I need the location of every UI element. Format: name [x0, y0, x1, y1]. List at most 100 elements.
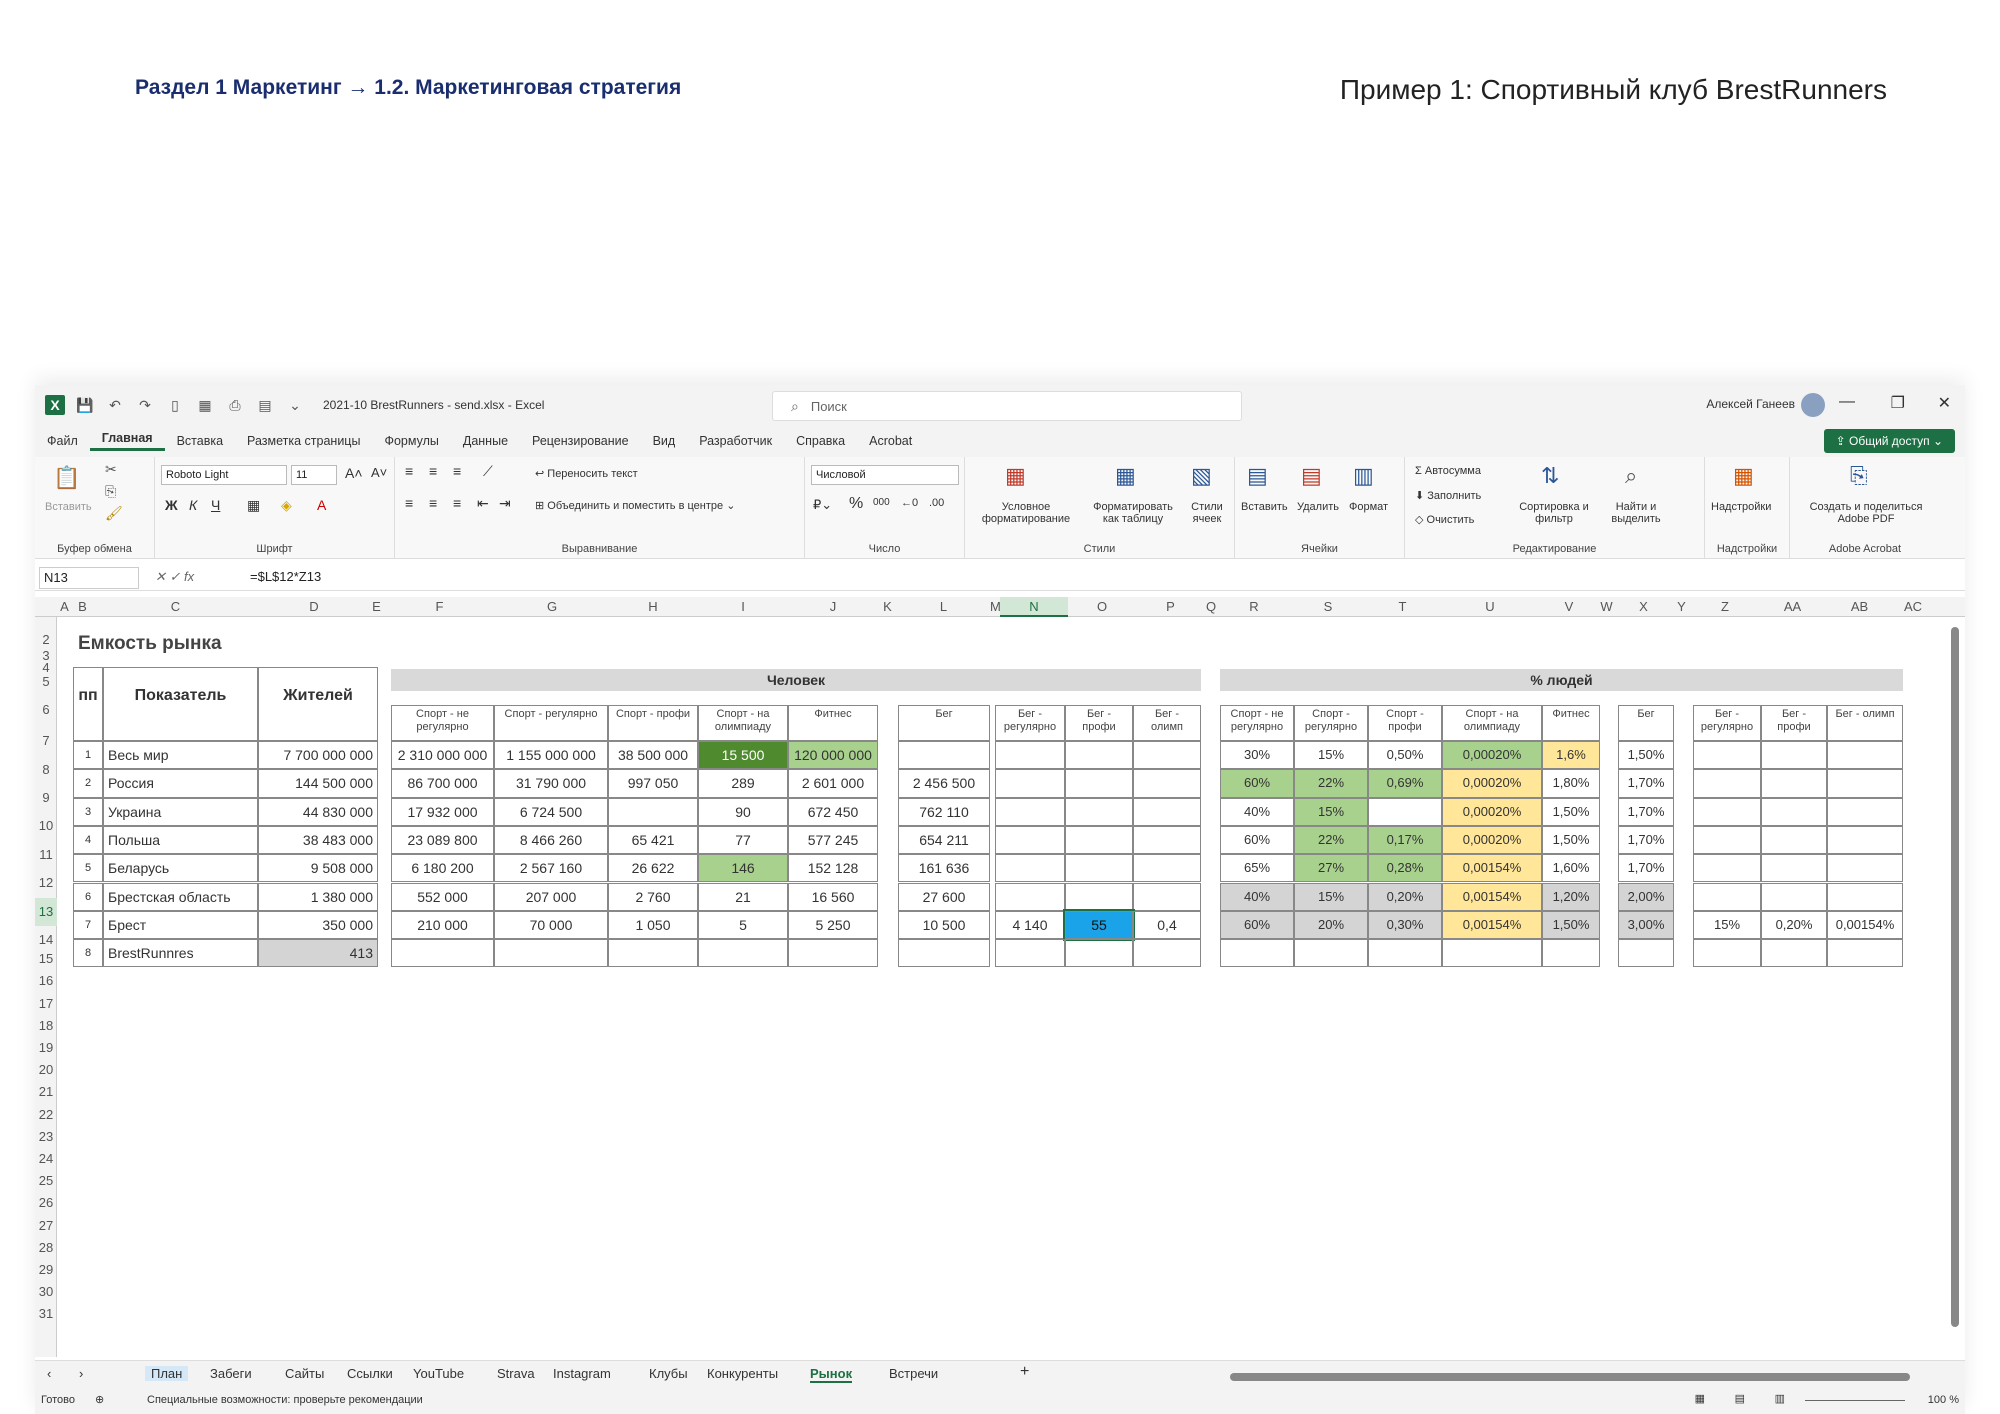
cell-r3-c20[interactable] [1827, 825, 1903, 855]
subheader-10[interactable]: Спорт - регулярно [1294, 705, 1368, 741]
cell-r3-c15[interactable]: 0,00020% [1442, 825, 1542, 855]
format-button[interactable]: Формат [1349, 501, 1388, 513]
header-nn[interactable]: пп [73, 667, 103, 741]
column-header-F[interactable]: F [383, 597, 496, 617]
cell-r0-c12[interactable]: 30% [1220, 741, 1294, 770]
sheet-tab-2[interactable]: Сайты [285, 1366, 324, 1381]
cell-r3-c7[interactable]: 577 245 [788, 825, 878, 855]
cell-r7-c9[interactable] [995, 939, 1065, 968]
cell-r6-c14[interactable]: 0,30% [1368, 910, 1442, 940]
sheet-tab-10[interactable]: Встречи [889, 1366, 938, 1381]
formula-input[interactable]: =$L$12*Z13 [250, 569, 321, 584]
cell-r5-c14[interactable]: 0,20% [1368, 882, 1442, 911]
column-header-M[interactable]: M [990, 597, 1001, 617]
cell-r2-c6[interactable]: 90 [698, 797, 788, 826]
menu-item-3[interactable]: Разметка страницы [235, 434, 372, 448]
cell-r1-c17[interactable]: 1,70% [1618, 769, 1674, 798]
cell-r0-c20[interactable] [1827, 741, 1903, 770]
cell-r4-c20[interactable] [1827, 854, 1903, 883]
row-header-16[interactable]: 16 [35, 970, 57, 992]
horizontal-scrollbar[interactable] [1230, 1373, 1910, 1381]
insert-cells-icon[interactable]: ▤ [1247, 463, 1268, 489]
cell-residents-1[interactable]: 144 500 000 [258, 769, 378, 798]
cell-residents-7[interactable]: 413 [258, 939, 378, 968]
cell-r6-c4[interactable]: 70 000 [494, 910, 608, 940]
delete-button[interactable]: Удалить [1297, 501, 1339, 513]
thousands-icon[interactable]: 000 [873, 497, 890, 508]
cell-residents-5[interactable]: 1 380 000 [258, 882, 378, 911]
column-header-C[interactable]: C [93, 597, 258, 617]
cell-r1-c10[interactable] [1065, 769, 1133, 798]
align-middle-icon[interactable]: ≡ [429, 463, 437, 479]
row-header-30[interactable]: 30 [35, 1281, 57, 1303]
cell-r1-c4[interactable]: 31 790 000 [494, 769, 608, 798]
subheader-7[interactable]: Бег - профи [1065, 705, 1133, 741]
subheader-16[interactable]: Бег - профи [1761, 705, 1827, 741]
cell-r2-c11[interactable] [1133, 797, 1201, 826]
cell-nn-1[interactable]: 2 [73, 769, 103, 798]
cell-r6-c6[interactable]: 5 [698, 910, 788, 940]
cell-r1-c11[interactable] [1133, 769, 1201, 798]
subheader-15[interactable]: Бег - регулярно [1693, 705, 1761, 741]
row-header-10[interactable]: 10 [35, 812, 57, 840]
cell-r3-c16[interactable]: 1,50% [1542, 825, 1600, 855]
menu-item-1[interactable]: Главная [89, 431, 165, 451]
subheader-6[interactable]: Бег - регулярно [995, 705, 1065, 741]
subheader-5[interactable]: Бег [898, 705, 990, 741]
scroll-left-icon[interactable]: ‹ [47, 1366, 51, 1381]
restore-icon[interactable]: ❐ [1891, 393, 1905, 413]
align-top-icon[interactable]: ≡ [405, 463, 413, 479]
cell-r4-c14[interactable]: 0,28% [1368, 854, 1442, 883]
cell-r3-c17[interactable]: 1,70% [1618, 825, 1674, 855]
cell-r5-c5[interactable]: 2 760 [608, 882, 698, 911]
cell-nn-3[interactable]: 4 [73, 825, 103, 855]
cell-r1-c9[interactable] [995, 769, 1065, 798]
column-header-E[interactable]: E [370, 597, 383, 617]
cell-r5-c16[interactable]: 1,20% [1542, 882, 1600, 911]
sheet-tab-4[interactable]: YouTube [413, 1366, 464, 1381]
sheet-tab-1[interactable]: Забеги [210, 1366, 252, 1381]
cell-styles-icon[interactable]: ▧ [1191, 463, 1212, 489]
cell-r1-c7[interactable]: 2 601 000 [788, 769, 878, 798]
cell-r6-c20[interactable]: 0,00154% [1827, 910, 1903, 940]
format-table-icon[interactable]: ▦ [1115, 463, 1136, 489]
cell-r6-c9[interactable]: 4 140 [995, 910, 1065, 940]
column-header-Y[interactable]: Y [1672, 597, 1691, 617]
row-header-17[interactable]: 17 [35, 993, 57, 1015]
row-header-19[interactable]: 19 [35, 1037, 57, 1059]
currency-icon[interactable]: ₽⌄ [813, 497, 832, 513]
cell-r6-c8[interactable]: 10 500 [898, 910, 990, 940]
cell-r1-c13[interactable]: 22% [1294, 769, 1368, 798]
subheader-4[interactable]: Фитнес [788, 705, 878, 741]
increase-indent-icon[interactable]: ⇥ [499, 495, 511, 512]
cell-r5-c15[interactable]: 0,00154% [1442, 882, 1542, 911]
cell-r0-c3[interactable]: 2 310 000 000 [391, 741, 494, 770]
format-cells-icon[interactable]: ▥ [1353, 463, 1374, 489]
cell-indicator-0[interactable]: Весь мир [103, 741, 258, 770]
name-box[interactable]: N13 [39, 567, 139, 589]
cell-r7-c5[interactable] [608, 939, 698, 968]
cell-r4-c18[interactable] [1693, 854, 1761, 883]
cell-r3-c8[interactable]: 654 211 [898, 825, 990, 855]
cell-r6-c16[interactable]: 1,50% [1542, 910, 1600, 940]
cell-r2-c16[interactable]: 1,50% [1542, 797, 1600, 826]
cell-indicator-2[interactable]: Украина [103, 797, 258, 826]
cell-indicator-3[interactable]: Польша [103, 825, 258, 855]
cell-r2-c13[interactable]: 15% [1294, 797, 1368, 826]
cell-r0-c19[interactable] [1761, 741, 1827, 770]
subheader-3[interactable]: Спорт - на олимпиаду [698, 705, 788, 741]
cell-r4-c10[interactable] [1065, 854, 1133, 883]
sheet-icon[interactable]: ▤ [255, 395, 275, 415]
row-header-24[interactable]: 24 [35, 1148, 57, 1170]
accessibility-status[interactable]: Специальные возможности: проверьте реком… [147, 1394, 423, 1406]
cell-r3-c3[interactable]: 23 089 800 [391, 825, 494, 855]
cell-r6-c19[interactable]: 0,20% [1761, 910, 1827, 940]
cell-r5-c6[interactable]: 21 [698, 882, 788, 911]
cell-r4-c7[interactable]: 152 128 [788, 854, 878, 883]
cell-r2-c15[interactable]: 0,00020% [1442, 797, 1542, 826]
menu-item-8[interactable]: Разработчик [687, 434, 784, 448]
cell-r2-c9[interactable] [995, 797, 1065, 826]
cell-r0-c13[interactable]: 15% [1294, 741, 1368, 770]
subheader-0[interactable]: Спорт - не регулярно [391, 705, 494, 741]
cell-r5-c7[interactable]: 16 560 [788, 882, 878, 911]
